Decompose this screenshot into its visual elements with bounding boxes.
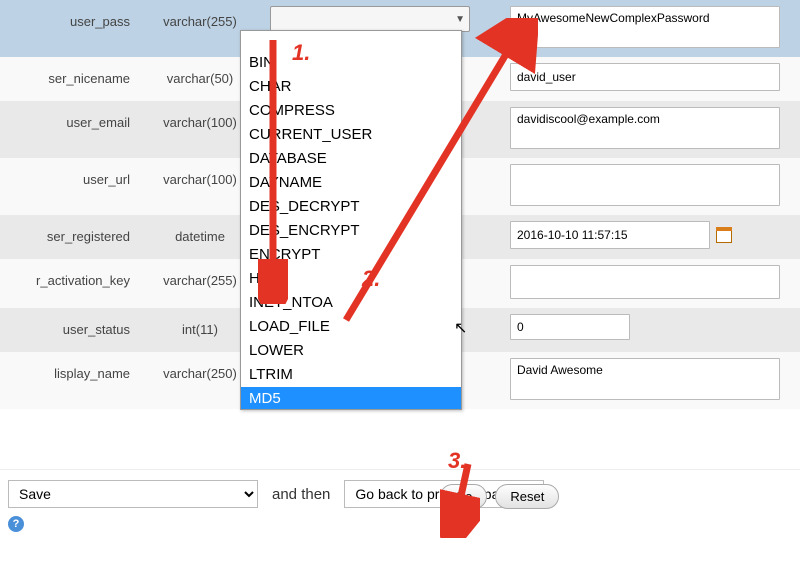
- value-input-display-name[interactable]: [510, 358, 780, 400]
- value-input-user-registered[interactable]: [510, 221, 710, 249]
- dropdown-option[interactable]: CHAR: [241, 75, 461, 99]
- dropdown-option[interactable]: ENCRYPT: [241, 243, 461, 267]
- dropdown-option[interactable]: INET_NTOA: [241, 291, 461, 315]
- dropdown-option[interactable]: LTRIM: [241, 363, 461, 387]
- function-select[interactable]: ▼: [270, 6, 470, 32]
- field-type: varchar(255): [140, 6, 260, 29]
- field-name: ser_registered: [0, 221, 140, 244]
- field-name: user_url: [0, 164, 140, 187]
- chevron-down-icon: ▼: [455, 14, 465, 25]
- dropdown-option[interactable]: DES_ENCRYPT: [241, 219, 461, 243]
- dropdown-option[interactable]: HEX: [241, 267, 461, 291]
- field-name: user_pass: [0, 6, 140, 29]
- dropdown-option[interactable]: COMPRESS: [241, 99, 461, 123]
- dropdown-option[interactable]: DES_DECRYPT: [241, 195, 461, 219]
- dropdown-option[interactable]: [241, 31, 461, 51]
- function-dropdown-list[interactable]: BINCHARCOMPRESSCURRENT_USERDATABASEDAYNA…: [240, 30, 462, 410]
- calendar-icon[interactable]: [716, 227, 732, 243]
- reset-button[interactable]: Reset: [495, 484, 559, 509]
- field-name: r_activation_key: [0, 265, 140, 288]
- field-name: ser_nicename: [0, 63, 140, 86]
- dropdown-option[interactable]: CURRENT_USER: [241, 123, 461, 147]
- dropdown-option[interactable]: MD5: [241, 387, 461, 410]
- value-input-user-status[interactable]: [510, 314, 630, 340]
- go-button[interactable]: Go: [440, 484, 487, 509]
- dropdown-option[interactable]: LOWER: [241, 339, 461, 363]
- field-name: lisplay_name: [0, 358, 140, 381]
- dropdown-option[interactable]: BIN: [241, 51, 461, 75]
- value-input-user-nicename[interactable]: [510, 63, 780, 91]
- dropdown-option[interactable]: DAYNAME: [241, 171, 461, 195]
- save-action-select[interactable]: Save: [8, 480, 258, 508]
- and-then-label: and then: [272, 486, 330, 503]
- value-input-activation-key[interactable]: [510, 265, 780, 299]
- value-input-user-email[interactable]: [510, 107, 780, 149]
- dropdown-option[interactable]: LOAD_FILE: [241, 315, 461, 339]
- field-name: user_email: [0, 107, 140, 130]
- field-name: user_status: [0, 314, 140, 337]
- dropdown-option[interactable]: DATABASE: [241, 147, 461, 171]
- value-input-user-url[interactable]: [510, 164, 780, 206]
- help-icon[interactable]: ?: [8, 516, 24, 532]
- value-input-user-pass[interactable]: [510, 6, 780, 48]
